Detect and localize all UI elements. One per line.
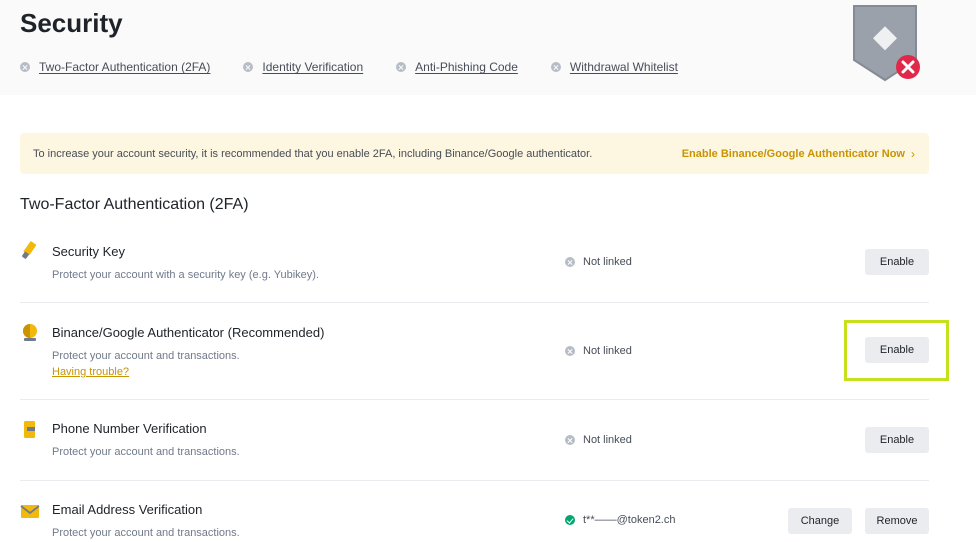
page-title: Security bbox=[20, 8, 123, 38]
link-status: Not linked bbox=[565, 434, 632, 446]
status-text: Not linked bbox=[583, 345, 632, 357]
row-description: Protect your account with a security key… bbox=[52, 269, 319, 281]
status-link-2fa[interactable]: Two-Factor Authentication (2FA) bbox=[20, 60, 210, 74]
row-description: Protect your account and transactions. bbox=[52, 446, 240, 458]
row-description: Protect your account and transactions. bbox=[52, 350, 240, 362]
status-link-withdrawal-whitelist[interactable]: Withdrawal Whitelist bbox=[550, 60, 678, 74]
status-text: Not linked bbox=[583, 434, 632, 446]
email-status: t**——@token2.ch bbox=[565, 514, 676, 526]
security-status-links: Two-Factor Authentication (2FA) Identity… bbox=[20, 60, 711, 74]
row-title: Security Key bbox=[52, 244, 125, 259]
not-linked-icon bbox=[565, 257, 575, 267]
page-header: Security Two-Factor Authentication (2FA)… bbox=[0, 0, 976, 95]
banner-text: To increase your account security, it is… bbox=[33, 147, 593, 160]
row-title: Binance/Google Authenticator (Recommende… bbox=[52, 325, 325, 340]
enable-authenticator-link[interactable]: Enable Binance/Google Authenticator Now … bbox=[682, 147, 915, 161]
security-shield-icon bbox=[853, 5, 920, 82]
phone-icon bbox=[24, 421, 35, 438]
row-description: Protect your account and transactions. bbox=[52, 527, 240, 539]
row-security-key: Security Key Protect your account with a… bbox=[20, 236, 929, 303]
row-authenticator: Binance/Google Authenticator (Recommende… bbox=[20, 303, 929, 400]
not-set-icon bbox=[20, 62, 30, 72]
link-status: Not linked bbox=[565, 256, 632, 268]
not-set-icon bbox=[396, 62, 407, 72]
not-set-icon bbox=[550, 62, 561, 72]
chevron-right-icon: › bbox=[911, 146, 915, 161]
status-link-label: Two-Factor Authentication (2FA) bbox=[39, 60, 211, 74]
authenticator-icon bbox=[23, 324, 37, 341]
not-linked-icon bbox=[565, 346, 575, 356]
status-link-identity-verification[interactable]: Identity Verification bbox=[243, 60, 363, 74]
change-email-button[interactable]: Change bbox=[788, 508, 852, 534]
row-title: Phone Number Verification bbox=[52, 421, 207, 436]
section-title: Two-Factor Authentication (2FA) bbox=[20, 196, 249, 213]
highlight-frame bbox=[844, 320, 949, 381]
status-link-label: Identity Verification bbox=[262, 60, 364, 74]
status-link-label: Anti-Phishing Code bbox=[415, 60, 518, 74]
status-link-label: Withdrawal Whitelist bbox=[569, 60, 678, 74]
status-text: Not linked bbox=[583, 256, 632, 268]
not-linked-icon bbox=[565, 435, 575, 445]
security-key-icon bbox=[22, 241, 37, 259]
row-phone-verification: Phone Number Verification Protect your a… bbox=[20, 400, 929, 481]
status-link-anti-phishing[interactable]: Anti-Phishing Code bbox=[396, 60, 518, 74]
banner-link-label: Enable Binance/Google Authenticator Now bbox=[681, 147, 905, 160]
row-title: Email Address Verification bbox=[52, 502, 203, 517]
having-trouble-link[interactable]: Having trouble? bbox=[52, 366, 129, 378]
enable-security-key-button[interactable]: Enable bbox=[865, 249, 929, 275]
row-email-verification: Email Address Verification Protect your … bbox=[20, 481, 929, 542]
enable-phone-button[interactable]: Enable bbox=[865, 427, 929, 453]
not-set-icon bbox=[243, 62, 254, 72]
enable-2fa-banner: To increase your account security, it is… bbox=[20, 133, 929, 174]
link-status: Not linked bbox=[565, 345, 632, 357]
check-icon bbox=[565, 515, 575, 525]
email-icon bbox=[20, 505, 40, 518]
remove-email-button[interactable]: Remove bbox=[865, 508, 929, 534]
masked-email: t**——@token2.ch bbox=[583, 514, 676, 526]
